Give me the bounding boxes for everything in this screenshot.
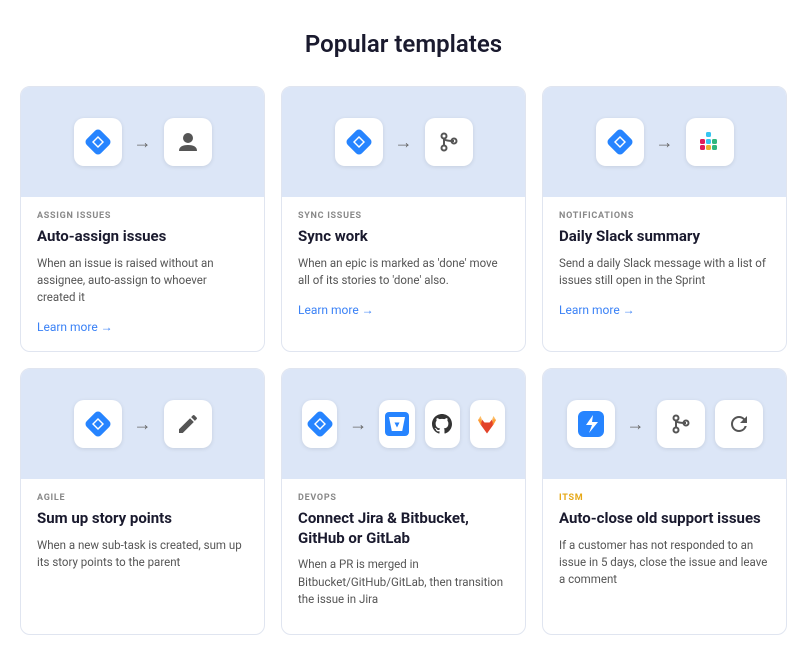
arrow-icon: →: [656, 132, 674, 153]
card-body: ITSM Auto-close old support issues If a …: [543, 479, 786, 614]
card-category: ASSIGN ISSUES: [37, 211, 248, 221]
jira-diamond-icon: [84, 410, 112, 438]
jira-icon-box: [74, 118, 122, 166]
card-title: Sync work: [298, 227, 509, 247]
card-auto-close: → ITSM Auto-close old support issu: [542, 368, 787, 635]
card-daily-slack: → NOTIFICATIONS Daily Slack summary Send…: [542, 86, 787, 352]
card-title: Auto-close old support issues: [559, 509, 770, 529]
pen-icon-box: [164, 400, 212, 448]
card-auto-assign: → ASSIGN ISSUES Auto-assign issues When …: [20, 86, 265, 352]
bolt-icon-box: [567, 400, 615, 448]
pen-icon: [176, 412, 200, 436]
branch-icon: [436, 129, 462, 155]
github-icon-box: [425, 400, 460, 448]
learn-more-link[interactable]: Learn more →: [559, 303, 635, 317]
card-header: →: [543, 369, 786, 479]
card-header: →: [282, 87, 525, 197]
card-sync-work: → SYNC ISSUES Sync work When an epic is …: [281, 86, 526, 352]
card-description: If a customer has not responded to an is…: [559, 537, 770, 589]
person-icon: [175, 129, 201, 155]
bitbucket-icon-box: [379, 400, 414, 448]
person-icon-box: [164, 118, 212, 166]
card-category: AGILE: [37, 493, 248, 503]
refresh-icon-box: [715, 400, 763, 448]
card-category: NOTIFICATIONS: [559, 211, 770, 221]
jira-diamond-icon: [306, 410, 334, 438]
jira-icon-box: [596, 118, 644, 166]
card-sum-story: → AGILE Sum up story points When a new s…: [20, 368, 265, 635]
card-description: Send a daily Slack message with a list o…: [559, 255, 770, 290]
branch-icon-box: [425, 118, 473, 166]
card-header: →: [282, 369, 525, 479]
branch2-icon: [668, 411, 694, 437]
bitbucket-icon: [385, 412, 409, 436]
jira-diamond-icon: [606, 128, 634, 156]
jira-diamond-icon: [84, 128, 112, 156]
page-title: Popular templates: [20, 30, 787, 58]
card-description: When a new sub-task is created, sum up i…: [37, 537, 248, 572]
jira-icon-box: [335, 118, 383, 166]
jira-diamond-icon: [345, 128, 373, 156]
card-body: SYNC ISSUES Sync work When an epic is ma…: [282, 197, 525, 334]
card-category: ITSM: [559, 493, 770, 503]
card-body: ASSIGN ISSUES Auto-assign issues When an…: [21, 197, 264, 351]
card-category: SYNC ISSUES: [298, 211, 509, 221]
arrow-icon: →: [134, 414, 152, 435]
card-category: DEVOPS: [298, 493, 509, 503]
card-title: Daily Slack summary: [559, 227, 770, 247]
card-description: When an issue is raised without an assig…: [37, 255, 248, 307]
arrow-icon: →: [395, 132, 413, 153]
gitlab-icon-box: [470, 400, 505, 448]
slack-icon-box: [686, 118, 734, 166]
arrow-icon: →: [627, 414, 645, 435]
gitlab-icon: [475, 412, 499, 436]
card-title: Sum up story points: [37, 509, 248, 529]
card-description: When an epic is marked as 'done' move al…: [298, 255, 509, 290]
templates-grid: → ASSIGN ISSUES Auto-assign issues When …: [20, 86, 787, 635]
card-header: →: [21, 87, 264, 197]
card-title: Connect Jira & Bitbucket, GitHub or GitL…: [298, 509, 509, 548]
arrow-icon: →: [349, 414, 367, 435]
card-title: Auto-assign issues: [37, 227, 248, 247]
refresh-icon: [727, 412, 751, 436]
card-body: DEVOPS Connect Jira & Bitbucket, GitHub …: [282, 479, 525, 634]
jira-icon-box: [74, 400, 122, 448]
bolt-icon: [578, 411, 604, 437]
arrow-icon: →: [134, 132, 152, 153]
learn-more-link[interactable]: Learn more →: [37, 320, 113, 334]
card-header: →: [21, 369, 264, 479]
card-body: NOTIFICATIONS Daily Slack summary Send a…: [543, 197, 786, 334]
card-description: When a PR is merged in Bitbucket/GitHub/…: [298, 556, 509, 608]
branch2-icon-box: [657, 400, 705, 448]
card-header: →: [543, 87, 786, 197]
card-body: AGILE Sum up story points When a new sub…: [21, 479, 264, 597]
slack-icon: [697, 129, 723, 155]
github-icon: [430, 412, 454, 436]
learn-more-link[interactable]: Learn more →: [298, 303, 374, 317]
card-connect-jira: →: [281, 368, 526, 635]
jira-icon-box: [302, 400, 337, 448]
